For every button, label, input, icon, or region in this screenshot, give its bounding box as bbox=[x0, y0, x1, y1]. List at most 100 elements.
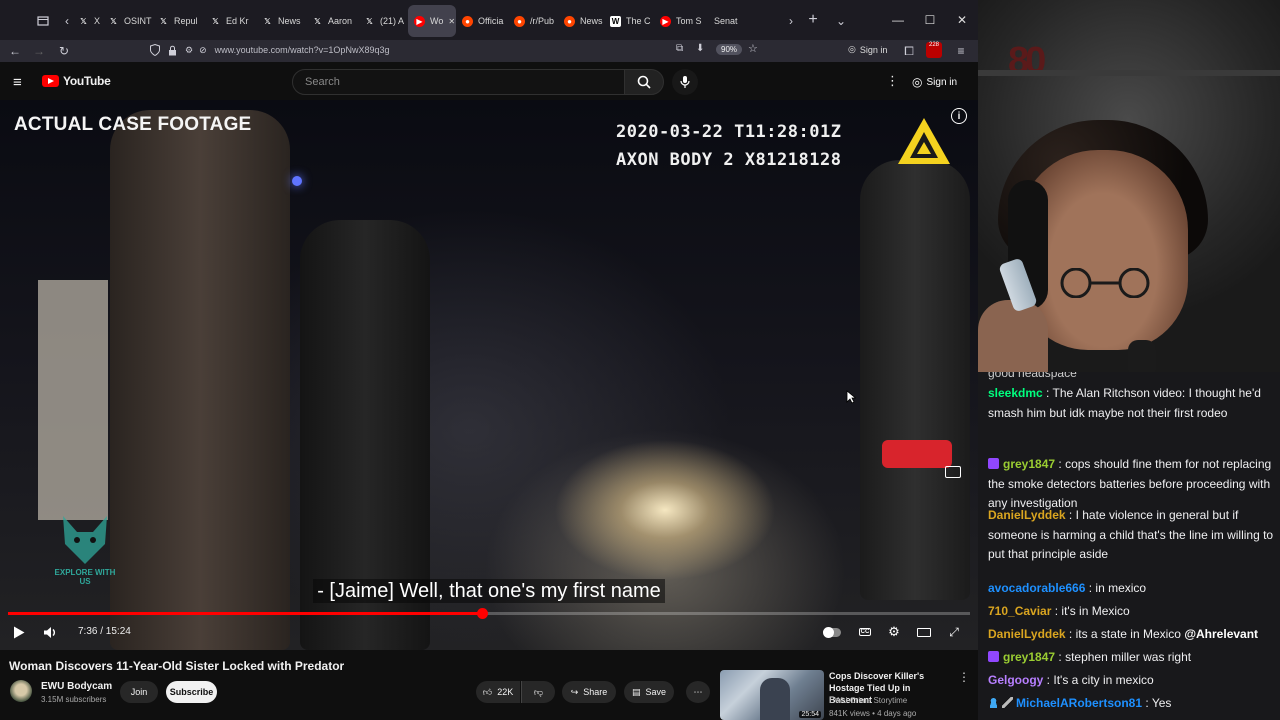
settings-button[interactable]: ⚙ bbox=[884, 622, 904, 642]
chat-username[interactable]: sleekdmc bbox=[988, 386, 1043, 400]
chat-mention[interactable]: @Ahrelevant bbox=[1184, 627, 1258, 641]
reload-icon[interactable]: ↻ bbox=[53, 40, 75, 62]
thumbs-down-icon: 👎︎ bbox=[533, 686, 544, 697]
camera-blocked-icon[interactable]: ⊘ bbox=[199, 45, 207, 56]
scene-red-bag bbox=[882, 440, 952, 468]
new-tab-icon[interactable]: + bbox=[802, 9, 824, 31]
tab-scroll-right-icon[interactable]: › bbox=[780, 10, 802, 32]
chat-username[interactable]: DanielLyddek bbox=[988, 508, 1066, 522]
fullscreen-button[interactable]: ⤢ bbox=[944, 622, 964, 642]
glasses bbox=[1060, 268, 1150, 298]
youtube-signin-button[interactable]: ◎ Sign in bbox=[906, 72, 963, 92]
chat-username[interactable]: DanielLyddek bbox=[988, 627, 1066, 641]
browser-tab[interactable]: 𝕏 OSINT bbox=[102, 5, 152, 37]
browser-tab[interactable]: Senat bbox=[708, 5, 758, 37]
close-tab-icon[interactable]: ✕ bbox=[448, 17, 455, 26]
chat-message-text: it's in Mexico bbox=[1061, 604, 1130, 618]
browser-tab[interactable]: ▶ Tom S bbox=[654, 5, 708, 37]
minimize-icon[interactable]: — bbox=[882, 13, 914, 27]
mouse-cursor-icon bbox=[846, 390, 857, 409]
info-icon[interactable]: i bbox=[951, 108, 967, 124]
url-text[interactable]: www.youtube.com/watch?v=1OpNwX89q3g bbox=[215, 45, 390, 55]
scrubber-handle[interactable] bbox=[477, 608, 489, 619]
extensions-icon[interactable]: ⧠ bbox=[898, 40, 920, 62]
chat-username[interactable]: 710_Caviar bbox=[988, 604, 1051, 618]
youtube-icon: ▶ bbox=[414, 15, 425, 27]
save-to-pocket-icon[interactable]: ⬇ bbox=[696, 43, 704, 54]
dislike-button[interactable]: 👎︎ bbox=[521, 681, 555, 703]
channel-name[interactable]: EWU Bodycam bbox=[41, 681, 112, 692]
like-button[interactable]: 👍︎ 22K bbox=[476, 681, 520, 703]
youtube-logo[interactable]: YouTube bbox=[42, 74, 111, 88]
recommended-video-menu-icon[interactable]: ⋮ bbox=[958, 670, 970, 684]
guide-menu-icon[interactable]: ≡ bbox=[13, 74, 22, 91]
share-arrow-icon: ↪ bbox=[570, 686, 579, 697]
chat-message-text: It's a city in mexico bbox=[1053, 673, 1154, 687]
closed-captions-icon: CC bbox=[858, 628, 872, 636]
search-button[interactable] bbox=[624, 69, 664, 95]
video-player[interactable]: ACTUAL CASE FOOTAGE 2020-03-22 T11:28:01… bbox=[0, 100, 978, 650]
browser-tab[interactable]: ▶ Wo ✕ bbox=[408, 5, 456, 37]
maximize-icon[interactable]: ☐ bbox=[914, 13, 946, 27]
chat-message-text: Yes bbox=[1151, 696, 1172, 710]
tab-overview-icon[interactable] bbox=[32, 10, 54, 32]
url-bar[interactable]: ⚙ ⊘ www.youtube.com/watch?v=1OpNwX89q3g … bbox=[150, 40, 762, 60]
browser-tab[interactable]: 𝕏 News bbox=[256, 5, 306, 37]
recommended-video-channel[interactable]: EWU Crime Storytime bbox=[829, 696, 907, 705]
picture-in-picture-icon[interactable]: ⧉ bbox=[676, 43, 683, 54]
chat-separator: : bbox=[1085, 581, 1096, 595]
browser-tab-label: Officia bbox=[478, 16, 504, 26]
closed-caption: - [Jaime] Well, that one's my first name bbox=[0, 579, 978, 603]
subscribe-button[interactable]: Subscribe bbox=[166, 681, 217, 703]
browser-tab[interactable]: W The C bbox=[604, 5, 654, 37]
search-input[interactable]: Search bbox=[292, 69, 625, 95]
search-placeholder: Search bbox=[305, 76, 340, 88]
browser-tab-label: (21) A bbox=[380, 16, 405, 26]
extension-badge-icon[interactable]: 228 bbox=[926, 42, 942, 58]
zoom-level-badge[interactable]: 90% bbox=[716, 44, 743, 55]
browser-tab[interactable]: 𝕏 Aaron bbox=[306, 5, 358, 37]
play-button[interactable] bbox=[10, 622, 28, 642]
forward-icon[interactable]: → bbox=[28, 40, 50, 62]
chat-username[interactable]: grey1847 bbox=[1003, 650, 1055, 664]
voice-search-button[interactable] bbox=[672, 69, 698, 95]
back-icon[interactable]: ← bbox=[4, 40, 26, 62]
list-all-tabs-icon[interactable]: ⌄ bbox=[830, 10, 852, 32]
autoplay-toggle[interactable] bbox=[822, 622, 842, 642]
join-button[interactable]: Join bbox=[120, 681, 158, 703]
bookmark-star-icon[interactable]: ☆ bbox=[748, 42, 758, 55]
close-window-icon[interactable]: ✕ bbox=[946, 13, 978, 27]
subtitles-button[interactable]: CC bbox=[855, 622, 875, 642]
reddit-icon: ● bbox=[564, 15, 575, 27]
recommended-video-thumbnail[interactable]: 25:54 bbox=[720, 670, 824, 720]
player-controls: 7:36 / 15:24 CC ⚙ ⤢ bbox=[0, 620, 978, 644]
browser-tab[interactable]: 𝕏 (21) A bbox=[358, 5, 408, 37]
theater-mode-button[interactable] bbox=[914, 622, 934, 642]
chat-username[interactable]: Gelgoogy bbox=[988, 673, 1043, 687]
save-button[interactable]: ▤ Save bbox=[624, 681, 674, 703]
shield-icon[interactable] bbox=[150, 44, 160, 56]
app-menu-icon[interactable]: ≡ bbox=[950, 40, 972, 62]
progress-bar[interactable] bbox=[8, 608, 970, 619]
more-options-icon[interactable]: ⋮ bbox=[886, 73, 899, 89]
lock-icon[interactable] bbox=[168, 45, 177, 56]
browser-tab-bar: ‹ 𝕏 X 𝕏 OSINT 𝕏 Repul 𝕏 Ed Kr 𝕏 News 𝕏 Aaron 𝕏 (21) A… bbox=[0, 0, 978, 40]
miniplayer-icon[interactable] bbox=[945, 466, 961, 478]
browser-tab[interactable]: ● News bbox=[558, 5, 604, 37]
more-actions-button[interactable]: ⋯ bbox=[686, 681, 710, 703]
share-button[interactable]: ↪ Share bbox=[562, 681, 616, 703]
channel-avatar[interactable] bbox=[10, 680, 32, 702]
browser-tab[interactable]: ● /r/Pub bbox=[508, 5, 558, 37]
browser-tab[interactable]: 𝕏 Repul bbox=[152, 5, 204, 37]
browser-tab[interactable]: 𝕏 Ed Kr bbox=[204, 5, 256, 37]
chat-username[interactable]: grey1847 bbox=[1003, 457, 1055, 471]
browser-tab-label: News bbox=[278, 16, 301, 26]
browser-tab[interactable]: ● Officia bbox=[456, 5, 508, 37]
browser-tab[interactable]: 𝕏X bbox=[72, 5, 102, 37]
browser-account-button[interactable]: ◎ Sign in bbox=[848, 44, 887, 55]
permissions-icon[interactable]: ⚙ bbox=[185, 45, 193, 56]
extension-badge-count: 228 bbox=[928, 42, 939, 48]
mute-button[interactable] bbox=[40, 622, 60, 642]
chat-username[interactable]: MichaelARobertson81 bbox=[1016, 696, 1142, 710]
chat-username[interactable]: avocadorable666 bbox=[988, 581, 1085, 595]
